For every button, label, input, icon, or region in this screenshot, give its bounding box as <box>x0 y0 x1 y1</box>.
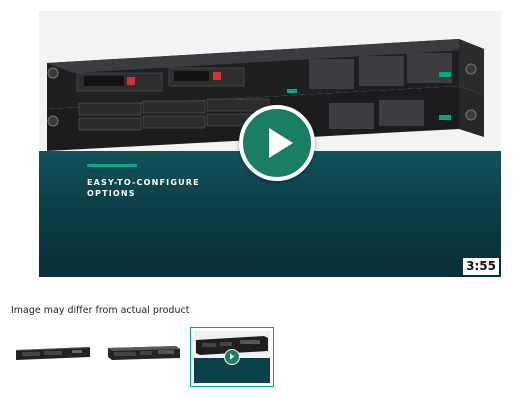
mini-play-icon <box>224 349 240 365</box>
thumbnail-video[interactable] <box>190 327 274 387</box>
video-caption-line-1: EASY-TO-CONFIGURE <box>87 178 200 187</box>
image-disclaimer: Image may differ from actual product <box>11 305 190 316</box>
accent-bar <box>87 164 137 167</box>
server-angle-icon <box>108 346 180 360</box>
thumbnail-server-angle[interactable] <box>104 338 182 370</box>
server-front-icon <box>16 347 90 360</box>
play-icon <box>269 128 293 158</box>
play-button[interactable] <box>239 105 315 181</box>
thumbnail-server-front[interactable] <box>14 338 92 370</box>
video-caption: EASY-TO-CONFIGURE OPTIONS <box>87 177 287 199</box>
video-caption-line-2: OPTIONS <box>87 189 136 198</box>
product-video-player[interactable]: EASY-TO-CONFIGURE OPTIONS 3:55 <box>39 11 501 277</box>
video-duration-badge: 3:55 <box>463 258 499 275</box>
video-thumbnail-image <box>194 331 270 383</box>
